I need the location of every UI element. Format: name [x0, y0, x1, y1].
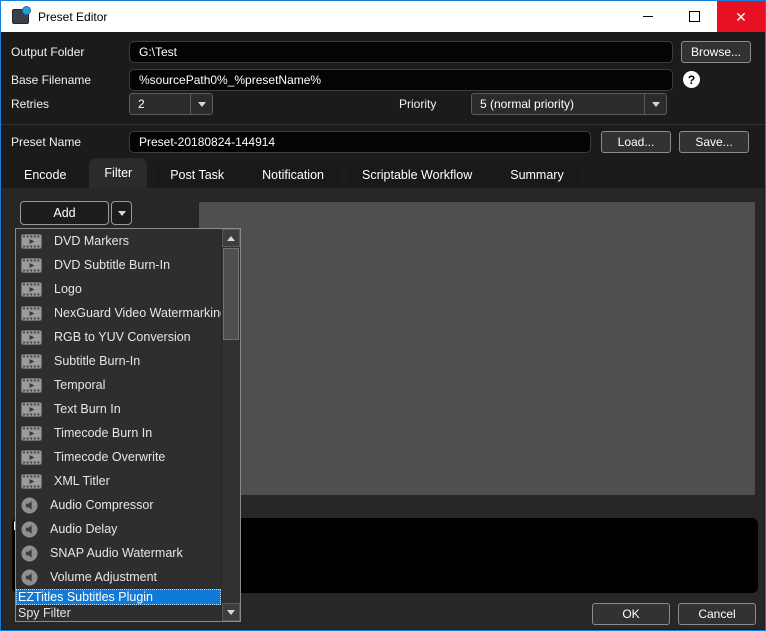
- filter-item-label: Text Burn In: [54, 402, 121, 416]
- save-button[interactable]: Save...: [679, 131, 749, 153]
- cancel-button[interactable]: Cancel: [678, 603, 756, 625]
- base-filename-input[interactable]: [129, 69, 673, 91]
- audio-filter-icon: [21, 497, 38, 514]
- video-filter-icon: [21, 234, 42, 249]
- priority-label: Priority: [399, 93, 436, 115]
- ok-button[interactable]: OK: [592, 603, 670, 625]
- video-filter-icon: [21, 306, 42, 321]
- load-button[interactable]: Load...: [601, 131, 671, 153]
- tab-notification[interactable]: Notification: [247, 162, 339, 188]
- add-filter-button[interactable]: Add: [20, 201, 109, 225]
- filter-list-item[interactable]: EZTitles Subtitles Plugin: [16, 589, 221, 605]
- filter-item-label: XML Titler: [54, 474, 110, 488]
- filter-list-item[interactable]: Spy Filter: [16, 605, 221, 621]
- filter-list-item[interactable]: Audio Compressor: [16, 493, 221, 517]
- filter-dropdown-list: DVD Markers DVD Subtitle Burn-In Logo Ne…: [15, 228, 241, 622]
- video-filter-icon: [21, 474, 42, 489]
- app-icon: [12, 9, 29, 24]
- preset-name-input[interactable]: [129, 131, 591, 153]
- filter-item-label: NexGuard Video Watermarking: [54, 306, 227, 320]
- close-button[interactable]: ✕: [717, 1, 765, 32]
- filter-list-item[interactable]: Volume Adjustment: [16, 565, 221, 589]
- browse-button[interactable]: Browse...: [681, 41, 751, 63]
- video-filter-icon: [21, 330, 42, 345]
- video-filter-icon: [21, 354, 42, 369]
- tab-scriptable-workflow[interactable]: Scriptable Workflow: [347, 162, 487, 188]
- filter-dropdown-rows: DVD Markers DVD Subtitle Burn-In Logo Ne…: [16, 229, 221, 621]
- filter-list-item[interactable]: XML Titler: [16, 469, 221, 493]
- filter-list-item[interactable]: Timecode Burn In: [16, 421, 221, 445]
- chevron-down-icon[interactable]: [644, 94, 666, 114]
- filter-list-item[interactable]: DVD Subtitle Burn-In: [16, 253, 221, 277]
- video-filter-icon: [21, 450, 42, 465]
- priority-dropdown[interactable]: 5 (normal priority): [471, 93, 667, 115]
- minimize-button[interactable]: [625, 1, 671, 32]
- filter-item-label: Volume Adjustment: [50, 570, 157, 584]
- filter-item-label: Audio Compressor: [50, 498, 154, 512]
- retries-dropdown[interactable]: 2: [129, 93, 213, 115]
- maximize-button[interactable]: [671, 1, 717, 32]
- priority-value: 5 (normal priority): [472, 94, 644, 114]
- maximize-icon: [689, 11, 700, 22]
- video-filter-icon: [21, 402, 42, 417]
- video-filter-icon: [21, 258, 42, 273]
- section-divider: [1, 124, 765, 125]
- output-folder-label: Output Folder: [11, 41, 84, 63]
- filter-item-label: RGB to YUV Conversion: [54, 330, 191, 344]
- title-bar: Preset Editor ✕: [1, 1, 765, 32]
- output-folder-input[interactable]: [129, 41, 673, 63]
- video-filter-icon: [21, 426, 42, 441]
- filter-item-label: DVD Markers: [54, 234, 129, 248]
- help-icon[interactable]: ?: [683, 71, 700, 88]
- filter-list-item[interactable]: Timecode Overwrite: [16, 445, 221, 469]
- triangle-up-icon: [227, 236, 235, 241]
- filter-item-label: Subtitle Burn-In: [54, 354, 140, 368]
- filter-item-label: DVD Subtitle Burn-In: [54, 258, 170, 272]
- filter-item-label: Timecode Burn In: [54, 426, 152, 440]
- base-filename-label: Base Filename: [11, 69, 91, 91]
- filter-list-panel: [199, 202, 755, 495]
- tab-post-task[interactable]: Post Task: [155, 162, 239, 188]
- close-icon: ✕: [735, 10, 747, 24]
- filter-item-label: Timecode Overwrite: [54, 450, 165, 464]
- tab-strip: Encode Filter Post Task Notification Scripta…: [9, 158, 579, 188]
- triangle-down-icon: [227, 610, 235, 615]
- minimize-icon: [643, 16, 653, 17]
- filter-item-label: SNAP Audio Watermark: [50, 546, 183, 560]
- retries-value: 2: [130, 94, 190, 114]
- filter-item-label: Logo: [54, 282, 82, 296]
- scrollbar-thumb[interactable]: [223, 248, 239, 340]
- audio-filter-icon: [21, 521, 38, 538]
- window-title: Preset Editor: [38, 10, 107, 24]
- retries-label: Retries: [11, 93, 49, 115]
- filter-item-label: Audio Delay: [50, 522, 117, 536]
- preset-name-label: Preset Name: [11, 131, 81, 153]
- scrollbar-down-button[interactable]: [222, 603, 240, 621]
- audio-filter-icon: [21, 569, 38, 586]
- add-filter-dropdown-arrow[interactable]: [111, 201, 132, 225]
- filter-list-item[interactable]: Temporal: [16, 373, 221, 397]
- tab-summary[interactable]: Summary: [495, 162, 578, 188]
- tab-filter[interactable]: Filter: [89, 158, 147, 188]
- filter-item-label: EZTitles Subtitles Plugin: [18, 590, 153, 604]
- filter-list-item[interactable]: RGB to YUV Conversion: [16, 325, 221, 349]
- chevron-down-icon[interactable]: [190, 94, 212, 114]
- video-filter-icon: [21, 378, 42, 393]
- scrollbar-up-button[interactable]: [222, 229, 240, 247]
- tab-encode[interactable]: Encode: [9, 162, 81, 188]
- audio-filter-icon: [21, 545, 38, 562]
- filter-item-label: Spy Filter: [18, 606, 71, 620]
- filter-item-label: Temporal: [54, 378, 105, 392]
- filter-list-item[interactable]: Logo: [16, 277, 221, 301]
- filter-list-item[interactable]: Text Burn In: [16, 397, 221, 421]
- filter-list-item[interactable]: NexGuard Video Watermarking: [16, 301, 221, 325]
- scrollbar[interactable]: [221, 229, 240, 621]
- filter-list-item[interactable]: Subtitle Burn-In: [16, 349, 221, 373]
- preset-editor-window: Preset Editor ✕ Output Folder Browse... …: [0, 0, 766, 631]
- filter-list-item[interactable]: DVD Markers: [16, 229, 221, 253]
- video-filter-icon: [21, 282, 42, 297]
- filter-list-item[interactable]: Audio Delay: [16, 517, 221, 541]
- filter-list-item[interactable]: SNAP Audio Watermark: [16, 541, 221, 565]
